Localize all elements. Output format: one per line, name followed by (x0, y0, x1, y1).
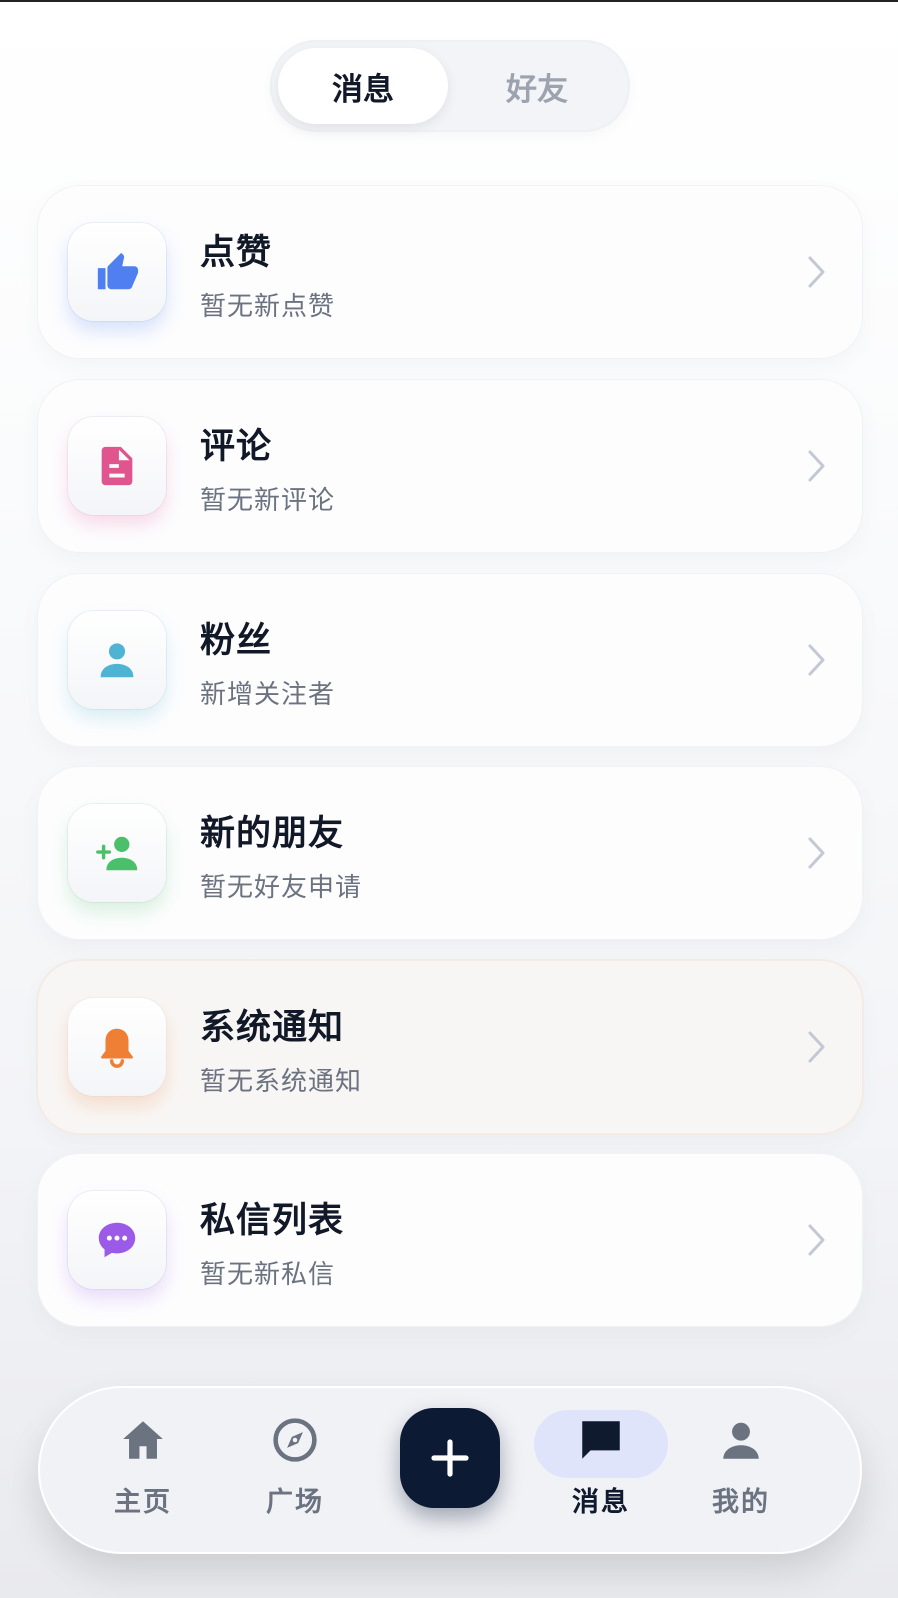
new-friends-icon-tile (68, 804, 166, 902)
thumbs-up-icon (97, 252, 139, 290)
chat-bubble-icon (98, 1222, 136, 1258)
card-subtitle: 暂无系统通知 (200, 1067, 363, 1097)
person-icon (100, 643, 134, 678)
chevron-right-icon (808, 256, 825, 288)
card-title: 粉丝 (200, 621, 273, 661)
fans-card[interactable]: 粉丝 新增关注者 (38, 574, 862, 746)
nav-messages-label: 消息 (572, 1487, 630, 1518)
private-messages-card[interactable]: 私信列表 暂无新私信 (38, 1154, 862, 1326)
private-messages-icon-tile (68, 1191, 166, 1289)
nav-messages[interactable]: 消息 (536, 1386, 666, 1554)
add-person-icon (96, 836, 138, 871)
compass-icon (269, 1414, 321, 1466)
nav-home-label: 主页 (114, 1487, 172, 1518)
card-title: 新的朋友 (200, 814, 345, 854)
card-title: 点赞 (200, 233, 273, 273)
nav-home[interactable]: 主页 (78, 1386, 208, 1554)
card-title: 系统通知 (200, 1008, 345, 1048)
nav-square-label: 广场 (266, 1487, 324, 1518)
card-title: 私信列表 (200, 1201, 345, 1241)
fans-icon-tile (68, 611, 166, 709)
card-title: 评论 (200, 427, 273, 467)
new-friends-card[interactable]: 新的朋友 暂无好友申请 (38, 767, 862, 939)
card-subtitle: 暂无新评论 (200, 486, 336, 516)
bottom-nav: 主页 广场 消息 我的 (38, 1386, 862, 1554)
system-notice-icon-tile (68, 998, 166, 1096)
comments-card[interactable]: 评论 暂无新评论 (38, 380, 862, 552)
card-subtitle: 新增关注者 (200, 680, 336, 710)
user-icon (715, 1414, 767, 1466)
plus-icon (431, 1439, 469, 1477)
nav-me[interactable]: 我的 (676, 1386, 806, 1554)
card-subtitle: 暂无好友申请 (200, 873, 363, 903)
system-notice-card[interactable]: 系统通知 暂无系统通知 (38, 961, 862, 1133)
chevron-right-icon (808, 1224, 825, 1256)
chevron-right-icon (808, 1031, 825, 1063)
card-subtitle: 暂无新点赞 (200, 292, 336, 322)
document-icon (101, 446, 133, 486)
tab-messages[interactable]: 消息 (278, 48, 448, 124)
chevron-right-icon (808, 644, 825, 676)
tab-friends[interactable]: 好友 (452, 48, 622, 124)
chevron-right-icon (808, 450, 825, 482)
likes-card[interactable]: 点赞 暂无新点赞 (38, 186, 862, 358)
top-edge-line (0, 0, 898, 2)
message-icon (575, 1414, 627, 1466)
comments-icon-tile (68, 417, 166, 515)
likes-icon-tile (68, 223, 166, 321)
card-subtitle: 暂无新私信 (200, 1260, 336, 1290)
home-icon (117, 1414, 169, 1466)
create-post-button[interactable] (400, 1408, 500, 1508)
nav-square[interactable]: 广场 (230, 1386, 360, 1554)
nav-me-label: 我的 (712, 1487, 770, 1518)
bell-icon (101, 1028, 133, 1068)
chevron-right-icon (808, 837, 825, 869)
tab-switcher: 消息 好友 (270, 40, 630, 132)
